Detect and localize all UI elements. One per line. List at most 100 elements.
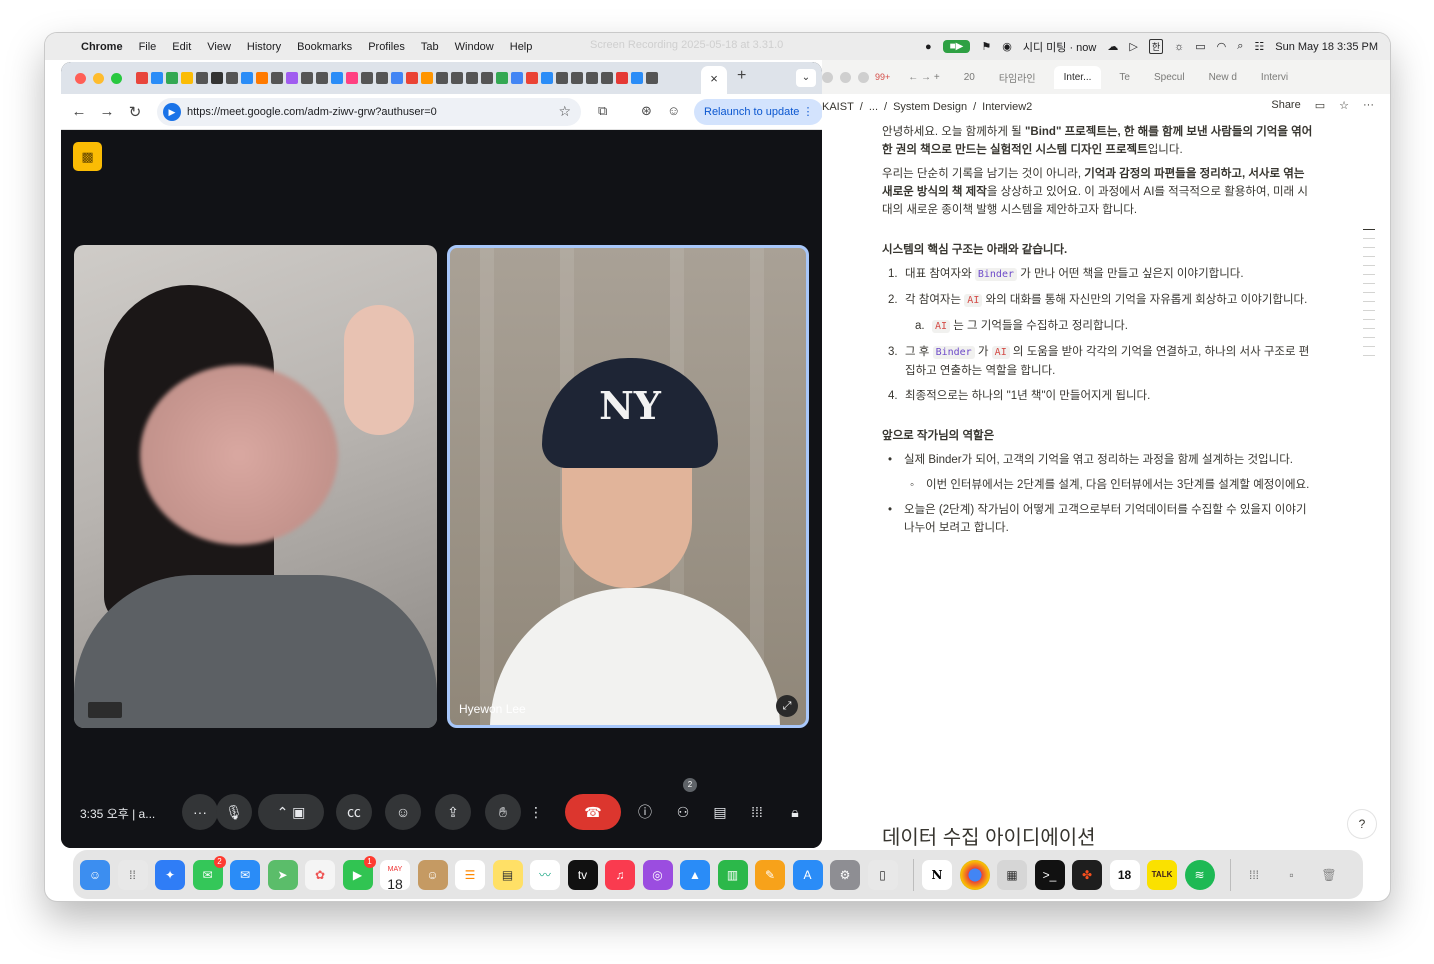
breadcrumb-ellipsis[interactable]: ... [869, 101, 878, 113]
more-actions-icon[interactable]: ⋮ [527, 794, 545, 830]
menu-view[interactable]: View [207, 41, 231, 53]
pinned-tab-favicon-icon[interactable] [376, 72, 388, 84]
bullet-item[interactable]: • 오늘은 (2단계) 작가님이 어떻게 고객으로부터 기억데이터를 수집할 수 … [888, 501, 1318, 537]
pinned-tab-favicon-icon[interactable] [436, 72, 448, 84]
sub-list-item[interactable]: a. AI 는 그 기억들을 수집하고 정리합니다. [915, 317, 1318, 336]
pinned-tab-favicon-icon[interactable] [211, 72, 223, 84]
extension-tray-icon[interactable]: ⚑ [981, 40, 991, 53]
calendar-event[interactable]: 시디 미팅 · now [1023, 39, 1097, 55]
section-heading-data-collection[interactable]: 데이터 수집 아이디에이션 [882, 821, 1096, 850]
tab-search-chevron-icon[interactable]: ⌄ [796, 69, 816, 87]
mail-icon[interactable]: ✉ [230, 859, 260, 890]
meeting-info-icon[interactable]: ⓘ [627, 794, 663, 830]
trash-icon[interactable]: 🗑︎ [1314, 860, 1344, 890]
pinned-tab-favicon-icon[interactable] [631, 72, 643, 84]
pinned-tab-favicon-icon[interactable] [496, 72, 508, 84]
more-menu-icon[interactable]: ··· [1363, 99, 1374, 112]
iphone-mirroring-icon[interactable]: ▯ [867, 859, 898, 890]
pinned-tab-favicon-icon[interactable] [286, 72, 298, 84]
new-tab-button[interactable]: + [737, 67, 746, 85]
doc-tab-6[interactable]: New d [1203, 72, 1243, 83]
doc-tab-7[interactable]: Intervi [1255, 72, 1294, 83]
record-stop-icon[interactable]: ● [925, 41, 932, 53]
terminal-icon[interactable]: >_ [1034, 859, 1065, 890]
help-icon[interactable]: ? [1348, 810, 1376, 838]
pinned-tab-favicon-icon[interactable] [466, 72, 478, 84]
messages-icon[interactable]: ✉ 2 [192, 855, 226, 890]
recording-badge-icon[interactable]: ▩ [73, 142, 102, 171]
menubar-clock[interactable]: Sun May 18 3:35 PM [1275, 41, 1378, 53]
captions-icon[interactable]: ㏄ [336, 794, 372, 830]
list-item[interactable]: 3. 그 후 Binder 가 AI 의 도움을 받아 각각의 기억을 연결하고,… [888, 343, 1318, 380]
extension-chatgpt-icon[interactable]: ⊛ [641, 103, 652, 119]
pinned-tab-favicon-icon[interactable] [181, 72, 193, 84]
activities-icon[interactable]: ⁞⁞⁞ [739, 794, 775, 830]
reminders-icon[interactable]: ☰ [455, 859, 485, 890]
bullet-item[interactable]: • 실제 Binder가 되어, 고객의 기억을 엮고 정리하는 과정을 함께 설… [888, 451, 1318, 469]
safari-icon[interactable]: ✦ [155, 859, 185, 890]
pinned-tab-favicon-icon[interactable] [601, 72, 613, 84]
tile-options-icon[interactable]: ⤢ [776, 695, 798, 717]
pinned-tab-favicon-icon[interactable] [541, 72, 553, 84]
profile-avatar-icon[interactable]: ☺ [667, 103, 680, 118]
pinned-tab-favicon-icon[interactable] [361, 72, 373, 84]
launchpad-icon[interactable]: ⁞⁞ [117, 859, 148, 890]
favorite-star-icon[interactable]: ☆ [1339, 99, 1349, 112]
intro-paragraph-2[interactable]: 우리는 단순히 기록을 남기는 것이 아니라, 기억과 감정의 파편들을 정리하… [882, 165, 1318, 219]
pinned-tab-favicon-icon[interactable] [571, 72, 583, 84]
raise-hand-icon[interactable]: ✋︎ [485, 794, 521, 830]
pinned-tab-favicon-icon[interactable] [526, 72, 538, 84]
control-center-icon[interactable]: ☷ [1254, 40, 1264, 53]
creative-cloud-icon[interactable]: ☁ [1107, 40, 1118, 53]
apple-tv-icon[interactable]: tv [567, 859, 598, 890]
host-controls-icon[interactable]: 🔒︎ [777, 794, 813, 830]
menu-bookmarks[interactable]: Bookmarks [297, 41, 352, 53]
facetime-icon[interactable]: ▶ 1 [342, 855, 376, 890]
grammarly-icon[interactable]: ◉ [1002, 40, 1012, 53]
app-name-menu[interactable]: Chrome [81, 41, 123, 53]
kakaotalk-icon[interactable]: TALK [1147, 859, 1177, 890]
contacts-icon[interactable]: ☺ [417, 859, 448, 890]
active-tab-close-icon[interactable]: × [701, 66, 727, 94]
notification-badge[interactable]: 99+ [875, 72, 890, 82]
pinned-tab-favicon-icon[interactable] [511, 72, 523, 84]
brightness-icon[interactable]: ☼ [1174, 41, 1184, 53]
menu-file[interactable]: File [139, 41, 157, 53]
comments-icon[interactable]: ▭ [1315, 99, 1325, 112]
menu-tab[interactable]: Tab [421, 41, 439, 53]
recent-folder-icon[interactable]: ▫ [1277, 860, 1307, 890]
breadcrumb-workspace[interactable]: KAIST [822, 101, 854, 113]
pinned-tab-favicon-icon[interactable] [616, 72, 628, 84]
relaunch-to-update-button[interactable]: Relaunch to update ⋮ [694, 99, 822, 125]
doc-tab-1[interactable]: 20 [958, 72, 981, 83]
back-arrow-icon[interactable]: ← [65, 103, 93, 120]
breadcrumb-page[interactable]: Interview2 [982, 101, 1032, 113]
page-outline[interactable] [1363, 229, 1375, 364]
forward-arrow-icon[interactable]: → [93, 103, 121, 120]
sub-bullet-item[interactable]: ◦ 이번 인터뷰에서는 2단계를 설계, 다음 인터뷰에서는 3단계를 설계할 예… [910, 476, 1318, 494]
pinned-tab-favicon-icon[interactable] [406, 72, 418, 84]
section-heading[interactable]: 시스템의 핵심 구조는 아래와 같습니다. [882, 241, 1318, 259]
doc-tab-5[interactable]: Specul [1148, 72, 1191, 83]
present-screen-icon[interactable]: ⇪ [435, 794, 471, 830]
pinned-tab-favicon-icon[interactable] [556, 72, 568, 84]
role-heading[interactable]: 앞으로 작가님의 역할은 [882, 427, 1318, 445]
menu-history[interactable]: History [247, 41, 281, 53]
pinned-tab-favicon-icon[interactable] [316, 72, 328, 84]
menu-edit[interactable]: Edit [172, 41, 191, 53]
menu-help[interactable]: Help [510, 41, 533, 53]
reload-icon[interactable]: ↻ [121, 103, 149, 121]
play-icon[interactable]: ▷ [1129, 40, 1137, 53]
bookmark-star-icon[interactable]: ☆ [558, 103, 571, 120]
figma-icon[interactable]: ✤ [1072, 859, 1102, 890]
finder-icon[interactable]: ☺ [80, 859, 110, 890]
pinned-tab-favicon-icon[interactable] [421, 72, 433, 84]
doc-tab-3[interactable]: Inter... [1053, 65, 1102, 89]
camera-toggle-button[interactable]: ⌃ ▣ [258, 794, 324, 830]
list-item[interactable]: 4. 최종적으로는 하나의 "1년 책"이 만들어지게 됩니다. [888, 387, 1318, 405]
podcasts-icon[interactable]: ◎ [642, 859, 673, 890]
pinned-tab-favicon-icon[interactable] [391, 72, 403, 84]
maps-icon[interactable]: ➤ [267, 859, 298, 890]
pinned-tab-favicon-icon[interactable] [646, 72, 658, 84]
battery-icon[interactable]: ▭ [1195, 40, 1205, 53]
